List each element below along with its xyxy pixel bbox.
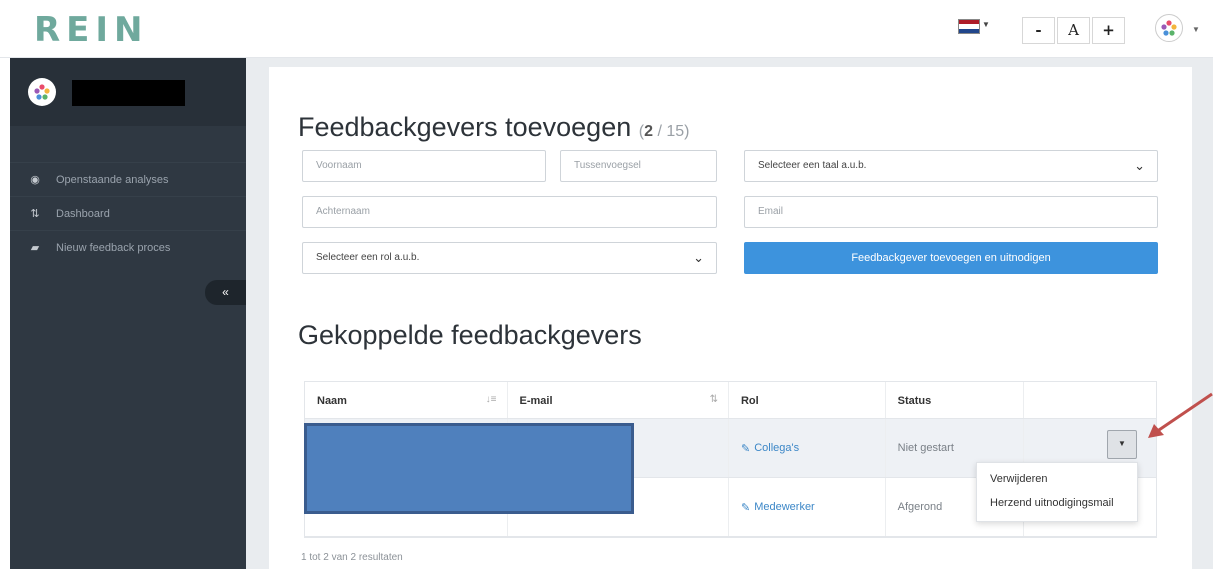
sidebar-item-nieuw-feedback-proces[interactable]: ▰ Nieuw feedback proces: [10, 230, 246, 264]
sidebar-item-label: Openstaande analyses: [56, 173, 169, 186]
linked-section-title: Gekoppelde feedbackgevers: [298, 320, 642, 350]
chevron-down-icon: ⌄: [1134, 158, 1145, 173]
pencil-icon: ✎: [740, 442, 751, 455]
cell-role-link[interactable]: ✎ Medewerker: [729, 478, 886, 536]
sidebar-item-dashboard[interactable]: ⇅ Dashboard: [10, 196, 246, 230]
netherlands-flag-icon[interactable]: [958, 19, 980, 34]
table-header: Naam ↓≡ E-mail ⇅ Rol Status: [305, 382, 1156, 419]
row-actions-menu: Verwijderen Herzend uitnodigingsmail: [976, 462, 1138, 522]
app-logo: REIN: [34, 10, 149, 50]
chevron-down-icon: ⌄: [693, 250, 704, 265]
column-label: Status: [897, 395, 932, 407]
user-menu-caret-icon[interactable]: ▼: [1192, 25, 1200, 34]
font-reset-button[interactable]: A: [1057, 17, 1090, 44]
font-increase-button[interactable]: +: [1092, 17, 1125, 44]
column-header-email[interactable]: E-mail ⇅: [508, 382, 729, 418]
font-decrease-button[interactable]: -: [1022, 17, 1055, 44]
sliders-icon: ⇅: [30, 208, 40, 220]
sort-asc-icon[interactable]: ↓≡: [486, 394, 497, 405]
redacted-name-email-block: [304, 423, 634, 514]
flower-logo-icon: [1161, 20, 1177, 36]
language-caret-icon[interactable]: ▼: [982, 20, 990, 29]
role-label: Collega's: [754, 442, 800, 454]
language-select[interactable]: Selecteer een taal a.u.b. ⌄: [744, 150, 1158, 182]
add-and-invite-button[interactable]: Feedbackgever toevoegen en uitnodigen: [744, 242, 1158, 274]
column-header-actions: [1024, 382, 1156, 418]
add-section-title: Feedbackgevers toevoegen (2 / 15): [298, 112, 689, 143]
count-total: / 15: [657, 123, 685, 140]
menu-item-herzend-uitnodigingsmail[interactable]: Herzend uitnodigingsmail: [977, 487, 1137, 511]
column-label: Rol: [740, 395, 759, 407]
sidebar-avatar: [28, 78, 56, 106]
sort-icon[interactable]: ⇅: [710, 394, 718, 405]
flower-logo-icon: [34, 84, 50, 100]
user-avatar[interactable]: [1155, 14, 1183, 42]
column-label: Naam: [317, 395, 347, 407]
column-label: E-mail: [519, 395, 553, 407]
menu-item-verwijderen[interactable]: Verwijderen: [977, 463, 1137, 487]
sidebar-item-label: Dashboard: [56, 207, 110, 220]
feedback-count: (2 / 15): [638, 123, 690, 140]
redacted-user-name: [72, 80, 185, 106]
sidebar: ◉ Openstaande analyses ⇅ Dashboard ▰ Nie…: [10, 58, 246, 569]
column-header-rol: Rol: [729, 382, 886, 418]
row-actions-dropdown-button[interactable]: ▼: [1107, 430, 1137, 459]
results-count: 1 tot 2 van 2 resultaten: [301, 552, 403, 563]
annotation-arrow-icon: [1148, 392, 1213, 438]
middle-name-input[interactable]: Tussenvoegsel: [560, 150, 717, 182]
role-select[interactable]: Selecteer een rol a.u.b. ⌄: [302, 242, 717, 274]
dashboard-gauge-icon: ◉: [30, 174, 40, 186]
comment-icon: ▰: [30, 242, 40, 254]
sidebar-header: [10, 58, 246, 126]
top-bar: REIN ▼ - A + ▼: [0, 0, 1213, 58]
role-label: Medewerker: [754, 501, 815, 513]
first-name-input[interactable]: Voornaam: [302, 150, 546, 182]
column-header-status: Status: [886, 382, 1025, 418]
sidebar-item-openstaande-analyses[interactable]: ◉ Openstaande analyses: [10, 162, 246, 196]
email-input[interactable]: Email: [744, 196, 1158, 228]
column-header-naam[interactable]: Naam ↓≡: [305, 382, 508, 418]
pencil-icon: ✎: [740, 501, 751, 514]
count-current: 2: [644, 123, 653, 140]
role-select-value: Selecteer een rol a.u.b.: [316, 252, 420, 263]
language-select-value: Selecteer een taal a.u.b.: [758, 160, 867, 171]
last-name-input[interactable]: Achternaam: [302, 196, 717, 228]
add-section-title-text: Feedbackgevers toevoegen: [298, 112, 632, 142]
sidebar-item-label: Nieuw feedback proces: [56, 241, 171, 254]
sidebar-collapse-button[interactable]: «: [205, 280, 246, 305]
cell-role-link[interactable]: ✎ Collega's: [729, 419, 886, 477]
sidebar-nav: ◉ Openstaande analyses ⇅ Dashboard ▰ Nie…: [10, 162, 246, 264]
